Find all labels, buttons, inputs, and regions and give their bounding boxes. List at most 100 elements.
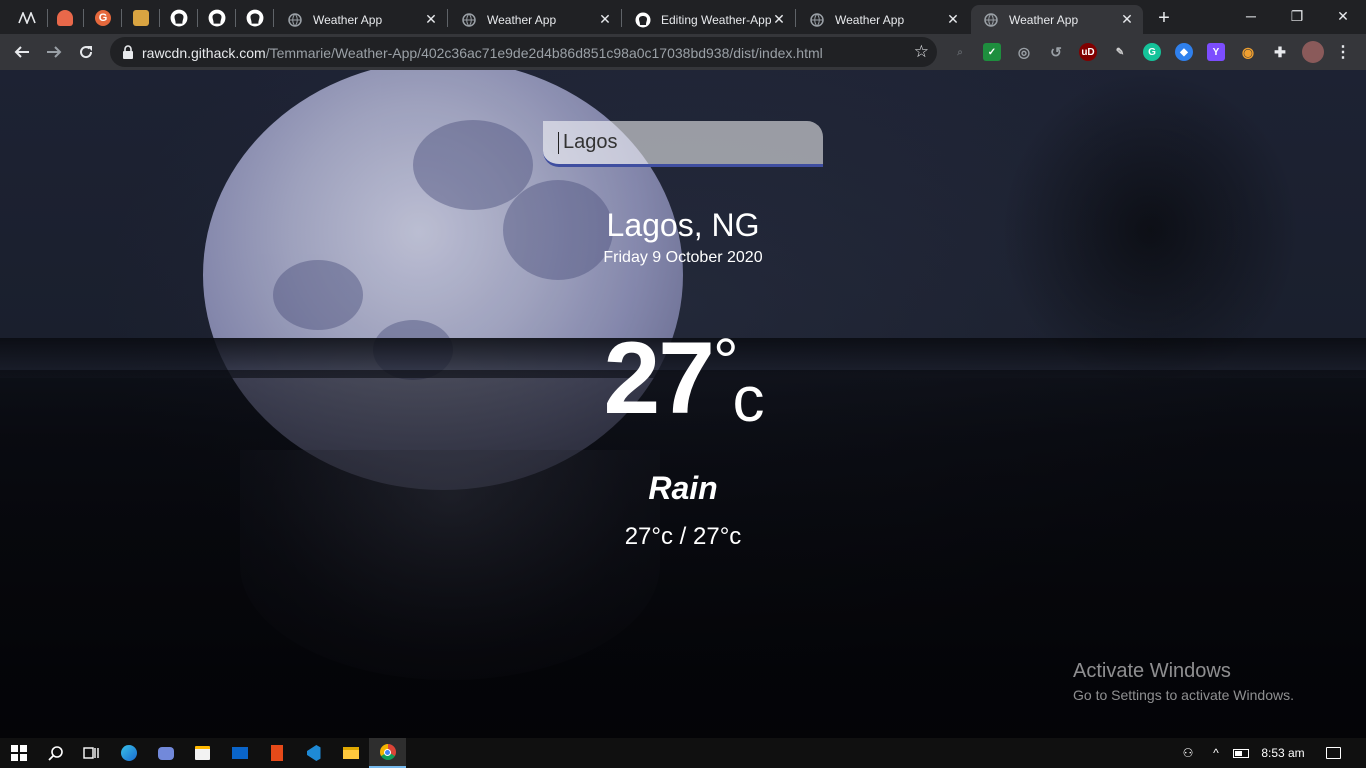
pinned-tab-3[interactable]: G (85, 5, 121, 31)
tab-weather-app-1[interactable]: Weather App ✕ (275, 5, 447, 34)
close-icon[interactable]: ✕ (945, 11, 961, 28)
globe-icon (461, 12, 477, 28)
octotree-extension-icon[interactable]: ◎ (1015, 43, 1033, 61)
office-app-button[interactable] (258, 738, 295, 768)
chrome-icon (379, 744, 396, 760)
vscode-app-button[interactable] (295, 738, 332, 768)
bookmark-star-icon[interactable]: ☆ (914, 42, 929, 62)
watermark-title: Activate Windows (1073, 660, 1231, 682)
store-icon (195, 746, 210, 760)
new-tab-button[interactable]: + (1152, 7, 1176, 29)
chevron-up-icon[interactable]: ^ (1207, 738, 1225, 768)
mail-icon (231, 747, 248, 759)
tab-separator (159, 9, 160, 27)
address-bar[interactable]: rawcdn.githack.com/Temmarie/Weather-App/… (110, 37, 937, 67)
url-text: rawcdn.githack.com/Temmarie/Weather-App/… (142, 45, 823, 61)
temperature-display: 27°c (0, 320, 1366, 437)
reload-button[interactable] (72, 38, 100, 66)
pinned-tab-5[interactable] (161, 5, 197, 31)
refresh-extension-icon[interactable]: ↺ (1047, 43, 1065, 61)
pinned-tab-7[interactable] (237, 5, 273, 31)
tab-weather-app-2[interactable]: Weather App ✕ (449, 5, 621, 34)
kebab-menu-icon[interactable]: ⋮ (1334, 43, 1352, 61)
url-path: /Temmarie/Weather-App/402c36ac71e9de2d4b… (265, 45, 823, 61)
discord-app-button[interactable] (147, 738, 184, 768)
github-icon (635, 12, 651, 28)
tab-title: Weather App (487, 12, 557, 27)
temperature-value: 27 (603, 321, 714, 435)
file-explorer-button[interactable] (332, 738, 369, 768)
pinned-tab-1[interactable] (9, 5, 45, 31)
close-icon[interactable]: ✕ (423, 11, 439, 28)
people-icon[interactable]: ⚇ (1177, 738, 1199, 768)
back-button[interactable] (8, 38, 36, 66)
search-input[interactable] (543, 121, 823, 164)
tab-editing-weather-app[interactable]: Editing Weather-App ✕ (623, 5, 795, 34)
activate-windows-watermark: Activate Windows Go to Settings to activ… (1073, 660, 1294, 703)
office-icon (270, 745, 283, 761)
tab-separator (621, 9, 622, 27)
tab-strip: G Weather App ✕ Weather App ✕ Editing We… (0, 0, 1366, 34)
forward-button[interactable] (40, 38, 68, 66)
edge-icon (120, 745, 137, 761)
close-icon[interactable]: ✕ (771, 11, 787, 28)
tab-separator (83, 9, 84, 27)
vscode-icon (306, 745, 321, 761)
hi-low-temperature: 27°c / 27°c (624, 523, 742, 550)
mushroom-icon (57, 10, 73, 26)
github-icon (170, 9, 188, 27)
grammarly-icon[interactable]: G (1143, 43, 1161, 61)
search-icon (47, 746, 63, 761)
globe-icon (809, 12, 825, 28)
edge-app-button[interactable] (110, 738, 147, 768)
url-host: rawcdn.githack.com (142, 45, 266, 61)
zoom-icon[interactable]: ⌕ (951, 43, 969, 61)
store-app-button[interactable] (184, 738, 221, 768)
lock-icon (123, 45, 133, 59)
arrow-right-icon (47, 46, 62, 58)
tab-separator (197, 9, 198, 27)
pinned-tab-4[interactable] (123, 5, 159, 31)
tab-separator (121, 9, 122, 27)
notification-center-icon[interactable] (1320, 738, 1346, 768)
checkmark-extension-icon[interactable]: ✓ (983, 43, 1001, 61)
fox-icon (133, 10, 149, 26)
globe-icon (287, 12, 303, 28)
github-icon (208, 9, 226, 27)
folder-icon (342, 747, 359, 759)
chrome-app-button[interactable] (369, 738, 406, 768)
minimize-button[interactable]: ─ (1228, 0, 1274, 32)
search-box[interactable] (543, 121, 823, 167)
close-icon[interactable]: ✕ (1119, 11, 1135, 28)
task-view-button[interactable] (72, 738, 109, 768)
globe-icon (983, 12, 999, 28)
close-window-button[interactable]: ✕ (1320, 0, 1366, 32)
discord-icon (157, 746, 174, 760)
mail-app-button[interactable] (221, 738, 258, 768)
eyedropper-extension-icon[interactable]: ✎ (1111, 43, 1129, 61)
tab-separator (795, 9, 796, 27)
github-icon (246, 9, 264, 27)
restore-button[interactable]: ❐ (1274, 0, 1320, 32)
weather-page: Lagos, NG Friday 9 October 2020 27°c Rai… (0, 70, 1366, 738)
task-view-icon (82, 747, 99, 759)
start-button[interactable] (0, 738, 37, 768)
close-icon[interactable]: ✕ (597, 11, 613, 28)
diamond-extension-icon[interactable]: ◆ (1175, 43, 1193, 61)
grammarly-orange-icon: G (95, 10, 111, 26)
puzzle-extensions-icon[interactable]: ✚ (1271, 43, 1289, 61)
tab-title: Editing Weather-App (661, 12, 771, 27)
pinned-tab-6[interactable] (199, 5, 235, 31)
ublock-origin-icon[interactable]: uD (1079, 43, 1097, 61)
battery-icon[interactable] (1230, 738, 1252, 768)
mazes-icon (18, 12, 36, 24)
tab-separator (447, 9, 448, 27)
owl-extension-icon[interactable]: ◉ (1239, 43, 1257, 61)
tab-weather-app-active[interactable]: Weather App ✕ (971, 5, 1143, 34)
pinned-tab-2[interactable] (47, 5, 83, 31)
search-button[interactable] (37, 738, 74, 768)
tab-weather-app-3[interactable]: Weather App ✕ (797, 5, 969, 34)
clock[interactable]: 8:53 am (1256, 738, 1310, 768)
profile-avatar[interactable] (1302, 41, 1324, 63)
y-extension-icon[interactable]: Y (1207, 43, 1225, 61)
